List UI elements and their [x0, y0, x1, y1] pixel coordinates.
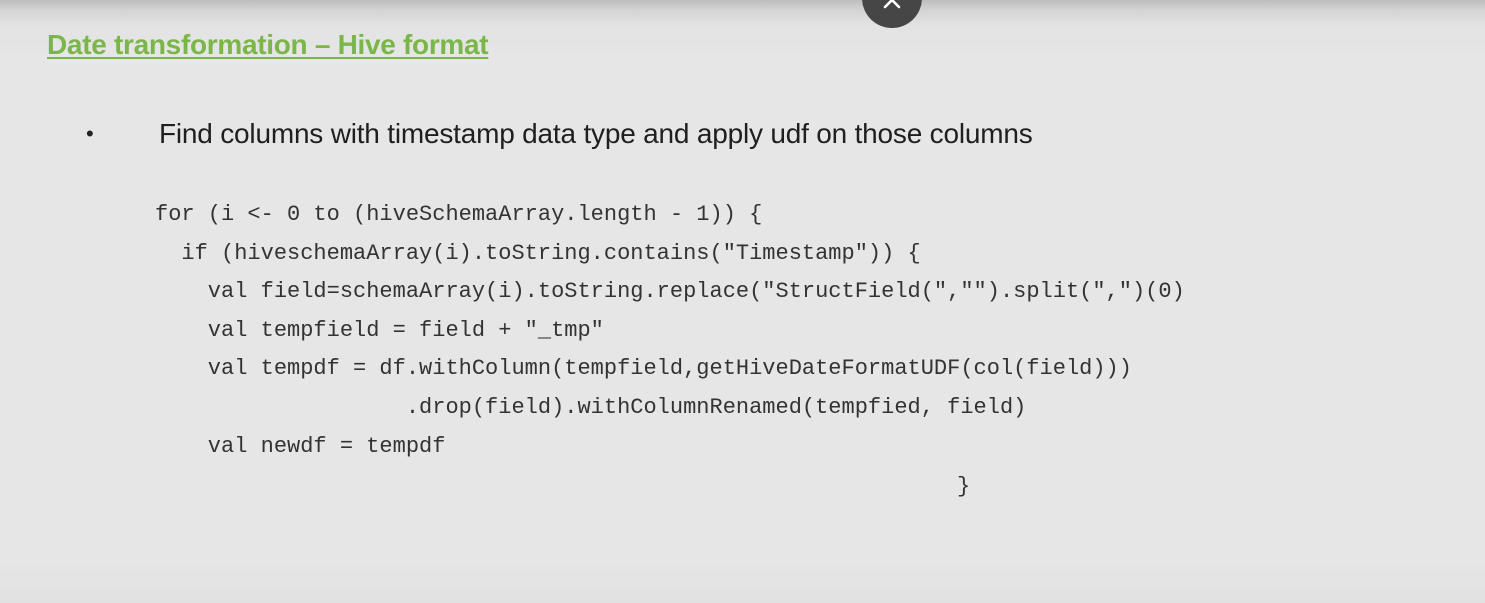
code-line: val newdf = tempdf — [155, 433, 446, 459]
bullet-symbol: • — [86, 121, 94, 146]
code-line: val tempfield = field + "_tmp" — [155, 317, 604, 343]
code-block: for (i <- 0 to (hiveSchemaArray.length -… — [155, 196, 1185, 466]
bullet-text: Find columns with timestamp data type an… — [159, 118, 1033, 149]
code-line: val tempdf = df.withColumn(tempfield,get… — [155, 356, 1132, 382]
code-line: val field=schemaArray(i).toString.replac… — [155, 279, 1185, 305]
bullet-item: • Find columns with timestamp data type … — [86, 116, 1033, 152]
close-icon — [883, 0, 901, 9]
slide-title: Date transformation – Hive format — [47, 29, 489, 60]
code-line: .drop(field).withColumnRenamed(tempfied,… — [155, 394, 1027, 420]
code-line: if (hiveschemaArray(i).toString.contains… — [155, 240, 921, 266]
code-line: for (i <- 0 to (hiveSchemaArray.length -… — [155, 202, 763, 227]
slide: Date transformation – Hive format • Find… — [0, 0, 1485, 603]
code-closing-brace: } — [957, 474, 971, 499]
